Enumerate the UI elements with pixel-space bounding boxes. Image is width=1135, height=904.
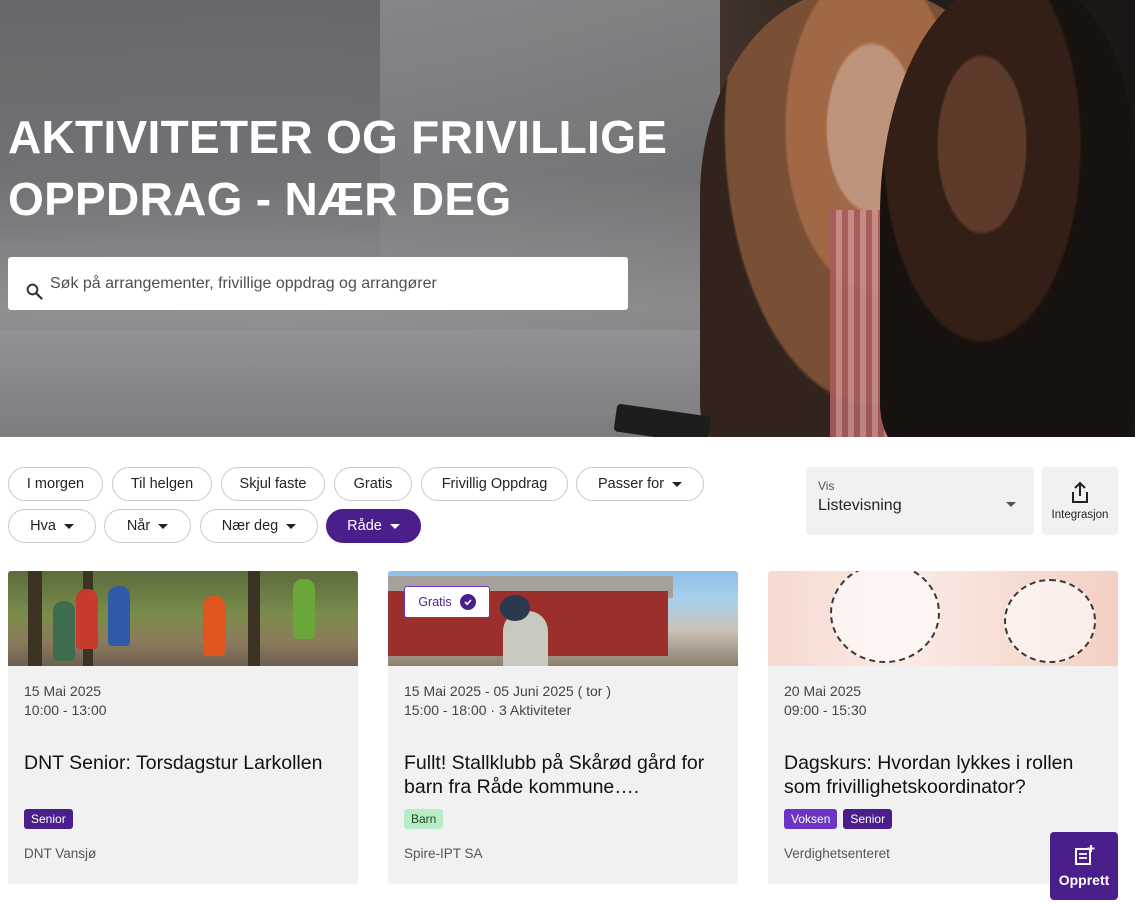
- check-icon: [459, 594, 476, 610]
- event-image: [768, 571, 1118, 666]
- event-date: 15 Mai 2025 - 05 Juni 2025 ( tor ) 15:00…: [404, 683, 612, 718]
- create-button-label: Opprett: [1058, 872, 1110, 888]
- integration-button[interactable]: Integrasjon: [1042, 467, 1118, 535]
- share-icon: [1072, 481, 1088, 503]
- tag-voksen: Voksen: [784, 809, 838, 829]
- tag-senior: Senior: [24, 809, 73, 829]
- tag-senior: Senior: [843, 809, 893, 829]
- note-add-icon: [1075, 845, 1095, 865]
- event-organizer: DNT Vansjø: [24, 846, 97, 861]
- event-organizer: Spire-IPT SA: [404, 846, 483, 861]
- event-image: Gratis: [388, 571, 738, 666]
- event-tags: Barn: [404, 809, 444, 829]
- event-card[interactable]: Gratis 15 Mai 2025 - 05 Juni 2025 ( tor …: [388, 571, 738, 884]
- chevron-down-icon: [1006, 502, 1016, 507]
- tag-barn: Barn: [404, 809, 444, 829]
- chevron-down-icon: [286, 523, 297, 529]
- event-card[interactable]: 15 Mai 2025 10:00 - 13:00 DNT Senior: To…: [8, 571, 358, 884]
- view-select-value: Listevisning: [818, 497, 902, 514]
- hero-banner: AKTIVITETER OG FRIVILLIGE OPPDRAG - NÆR …: [0, 0, 1135, 437]
- event-tags: Senior: [24, 809, 73, 829]
- filter-gratis[interactable]: Gratis: [334, 467, 412, 501]
- chevron-down-icon: [672, 481, 683, 487]
- filter-passer-for[interactable]: Passer for: [576, 467, 704, 501]
- view-select-label: Vis: [818, 479, 835, 493]
- create-button[interactable]: Opprett: [1050, 832, 1118, 900]
- filter-naer-deg[interactable]: Nær deg: [200, 509, 318, 543]
- filter-frivillig-oppdrag[interactable]: Frivillig Oppdrag: [421, 467, 568, 501]
- event-date: 15 Mai 2025 10:00 - 13:00: [24, 683, 107, 718]
- chevron-down-icon: [63, 523, 74, 529]
- free-badge: Gratis: [404, 586, 490, 618]
- page-title: AKTIVITETER OG FRIVILLIGE OPPDRAG - NÆR …: [8, 111, 668, 225]
- search-input[interactable]: [50, 271, 610, 297]
- event-organizer: Verdighetsenteret: [784, 846, 890, 861]
- filter-i-morgen[interactable]: I morgen: [8, 467, 103, 501]
- integration-label: Integrasjon: [1051, 509, 1109, 521]
- event-tags: Voksen Senior: [784, 809, 893, 829]
- search-icon: [26, 283, 43, 300]
- filter-nar[interactable]: Når: [104, 509, 191, 543]
- filter-skjul-faste[interactable]: Skjul faste: [221, 467, 325, 501]
- event-image: [8, 571, 358, 666]
- view-select[interactable]: Vis Listevisning: [806, 467, 1034, 535]
- event-title[interactable]: DNT Senior: Torsdagstur Larkollen: [24, 751, 349, 775]
- filter-til-helgen[interactable]: Til helgen: [112, 467, 212, 501]
- event-date: 20 Mai 2025 09:00 - 15:30: [784, 683, 867, 718]
- filter-hva[interactable]: Hva: [8, 509, 96, 543]
- search-box[interactable]: [8, 257, 628, 310]
- event-title[interactable]: Dagskurs: Hvordan lykkes i rollen som fr…: [784, 751, 1109, 799]
- event-title[interactable]: Fullt! Stallklubb på Skårød gård for bar…: [404, 751, 729, 799]
- filter-rade[interactable]: Råde: [326, 509, 421, 543]
- chevron-down-icon: [158, 523, 169, 529]
- chevron-down-icon: [389, 523, 400, 529]
